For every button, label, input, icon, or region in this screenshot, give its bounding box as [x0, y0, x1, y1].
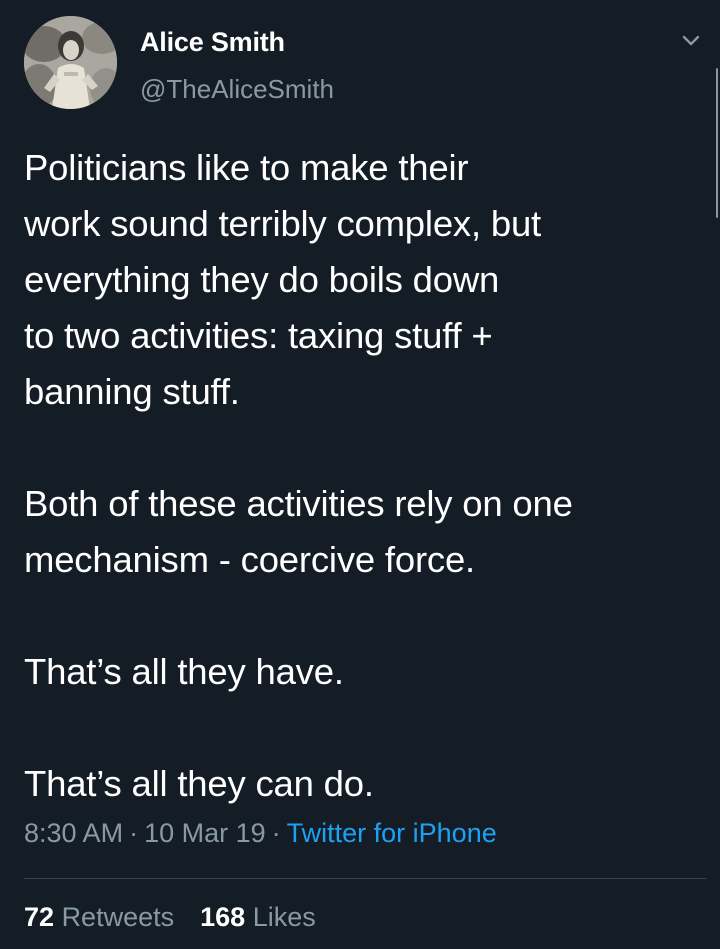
author-name[interactable]: Alice Smith [140, 27, 285, 58]
tweet-line: Both of these activities rely on one [24, 483, 573, 524]
tweet-paragraph: That’s all they have. [24, 644, 714, 700]
retweets-label: Retweets [61, 902, 175, 932]
divider [24, 878, 706, 879]
retweets-count: 72 [24, 902, 55, 932]
retweets-stat[interactable]: 72 Retweets [24, 902, 174, 932]
chevron-down-icon[interactable] [678, 28, 704, 54]
tweet-line: Politicians like to make their [24, 147, 469, 188]
scrollbar[interactable] [716, 68, 718, 218]
tweet-date[interactable]: 10 Mar 19 [144, 818, 266, 848]
tweet-line: mechanism - coercive force. [24, 539, 475, 580]
tweet-paragraph: That’s all they can do. [24, 756, 714, 812]
tweet-time[interactable]: 8:30 AM [24, 818, 123, 848]
engagement-stats: 72 Retweets 168 Likes [24, 902, 316, 933]
tweet-meta: 8:30 AM · 10 Mar 19 · Twitter for iPhone [24, 818, 497, 849]
tweet-line: work sound terribly complex, but [24, 203, 541, 244]
tweet-line: That’s all they have. [24, 651, 344, 692]
author-handle[interactable]: @TheAliceSmith [140, 74, 334, 105]
avatar[interactable] [24, 16, 117, 109]
tweet-paragraph: Politicians like to make their work soun… [24, 140, 714, 420]
likes-stat[interactable]: 168 Likes [200, 902, 316, 932]
tweet-paragraph: Both of these activities rely on one mec… [24, 476, 714, 588]
tweet-line: That’s all they can do. [24, 763, 374, 804]
likes-label: Likes [252, 902, 316, 932]
tweet-text: Politicians like to make their work soun… [24, 140, 714, 812]
tweet-line: banning stuff. [24, 371, 240, 412]
tweet-source-link[interactable]: Twitter for iPhone [287, 818, 497, 848]
meta-separator: · [271, 818, 281, 848]
meta-separator: · [129, 818, 139, 848]
tweet-line: to two activities: taxing stuff + [24, 315, 493, 356]
tweet-line: everything they do boils down [24, 259, 500, 300]
tweet-card: Alice Smith @TheAliceSmith Politicians l… [0, 0, 720, 949]
likes-count: 168 [200, 902, 246, 932]
avatar-photo [24, 16, 117, 109]
